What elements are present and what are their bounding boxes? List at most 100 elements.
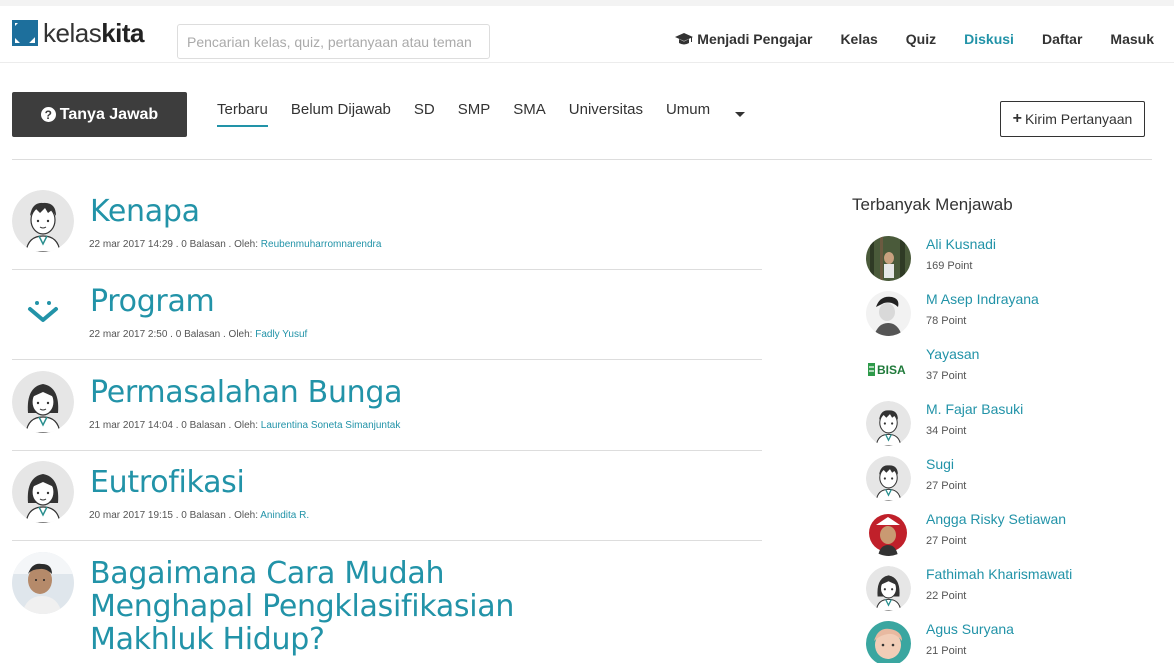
- nav-masuk[interactable]: Masuk: [1110, 31, 1154, 47]
- plus-icon: +: [1012, 110, 1022, 127]
- nav-label: Menjadi Pengajar: [697, 31, 813, 47]
- bisa-logo-avatar[interactable]: BISA: [866, 346, 911, 391]
- nav-kelas[interactable]: Kelas: [840, 31, 877, 47]
- kelaskita-logo[interactable]: kelaskita: [12, 18, 145, 48]
- author-link[interactable]: Reubenmuharromnarendra: [261, 239, 382, 250]
- boy-avatar[interactable]: [866, 401, 911, 446]
- question-item: Permasalahan Bunga 21 mar 2017 14:04 . 0…: [12, 360, 762, 451]
- tab-sma[interactable]: SMA: [513, 101, 546, 127]
- user-name[interactable]: Agus Suryana: [926, 621, 1014, 637]
- tanya-jawab-label: Tanya Jawab: [59, 105, 159, 123]
- category-tabs: Terbaru Belum Dijawab SD SMP SMA Univers…: [217, 101, 746, 127]
- logo-lettering: BISA: [877, 363, 906, 377]
- nav-menjadi-pengajar[interactable]: Menjadi Pengajar: [675, 31, 812, 47]
- title-line: Bagaimana Cara Mudah: [90, 556, 445, 591]
- top-navbar: kelaskita Menjadi Pengajar Kelas Quiz Di…: [0, 0, 1174, 63]
- author-link[interactable]: Anindita R.: [260, 510, 309, 521]
- user-item: Fathimah Kharismawati 22 Point: [866, 566, 1126, 614]
- sidebar-title: Terbanyak Menjawab: [852, 195, 1013, 214]
- user-item: Angga Risky Setiawan 27 Point: [866, 511, 1126, 559]
- user-item: M. Fajar Basuki 34 Point: [866, 401, 1126, 449]
- girl-avatar[interactable]: [12, 461, 74, 523]
- question-item: Eutrofikasi 20 mar 2017 19:15 . 0 Balasa…: [12, 451, 762, 541]
- question-title[interactable]: Bagaimana Cara Mudah Menghapal Pengklasi…: [90, 557, 514, 656]
- divider: [12, 159, 1152, 160]
- tab-terbaru[interactable]: Terbaru: [217, 101, 268, 127]
- nav-label: Diskusi: [964, 31, 1014, 47]
- nav-label: Kelas: [840, 31, 878, 47]
- smile-logo-avatar[interactable]: [12, 280, 74, 342]
- tab-umum[interactable]: Umum: [666, 101, 710, 127]
- nav-label: Quiz: [905, 31, 937, 47]
- search-input[interactable]: [177, 24, 490, 59]
- nav-quiz[interactable]: Quiz: [906, 31, 936, 47]
- tab-universitas[interactable]: Universitas: [569, 101, 643, 127]
- chevron-down-icon[interactable]: [735, 112, 746, 117]
- user-item: Agus Suryana 21 Point: [866, 621, 1126, 663]
- tab-sd[interactable]: SD: [414, 101, 435, 127]
- kirim-pertanyaan-label: Kirim Pertanyaan: [1024, 111, 1133, 127]
- question-item: Program 22 mar 2017 2:50 . 0 Balasan . O…: [12, 270, 762, 360]
- user-points: 169 Point: [926, 260, 973, 272]
- sketch-photo-avatar[interactable]: [866, 291, 911, 336]
- logo-wordmark: kelaskita: [43, 18, 145, 48]
- question-item: Bagaimana Cara Mudah Menghapal Pengklasi…: [12, 541, 762, 663]
- meta-text: 21 mar 2017 14:04 . 0 Balasan . Oleh:: [89, 420, 261, 431]
- user-points: 34 Point: [926, 425, 967, 437]
- user-points: 21 Point: [926, 645, 967, 657]
- meta-text: 22 mar 2017 2:50 . 0 Balasan . Oleh:: [89, 329, 256, 340]
- question-meta: 22 mar 2017 14:29 . 0 Balasan . Oleh: Re…: [89, 239, 381, 250]
- meta-text: 22 mar 2017 14:29 . 0 Balasan . Oleh:: [89, 239, 261, 250]
- red-photo-avatar[interactable]: [866, 511, 911, 556]
- kirim-pertanyaan-button[interactable]: + Kirim Pertanyaan: [1000, 101, 1145, 137]
- user-name[interactable]: Angga Risky Setiawan: [926, 511, 1066, 527]
- user-points: 22 Point: [926, 590, 967, 602]
- user-item: Sugi 27 Point: [866, 456, 1126, 504]
- child-photo-avatar[interactable]: [866, 621, 911, 663]
- title-line: Makhluk Hidup?: [90, 622, 325, 657]
- user-points: 27 Point: [926, 535, 967, 547]
- question-title[interactable]: Program: [90, 285, 215, 318]
- user-item: BISA Yayasan 37 Point: [866, 346, 1126, 394]
- user-points: 37 Point: [926, 370, 967, 382]
- question-circle-icon: ?: [40, 107, 56, 122]
- author-link[interactable]: Laurentina Soneta Simanjuntak: [261, 420, 401, 431]
- boy-avatar[interactable]: [866, 456, 911, 501]
- user-name[interactable]: M. Fajar Basuki: [926, 401, 1023, 417]
- user-points: 78 Point: [926, 315, 967, 327]
- user-name[interactable]: Sugi: [926, 456, 954, 472]
- user-points: 27 Point: [926, 480, 967, 492]
- graduation-cap-icon: [675, 33, 694, 45]
- nav-daftar[interactable]: Daftar: [1042, 31, 1082, 47]
- question-meta: 22 mar 2017 2:50 . 0 Balasan . Oleh: Fad…: [89, 329, 307, 340]
- author-link[interactable]: Fadly Yusuf: [255, 329, 307, 340]
- question-title[interactable]: Eutrofikasi: [90, 466, 245, 499]
- question-meta: 20 mar 2017 19:15 . 0 Balasan . Oleh: An…: [89, 510, 309, 521]
- user-name[interactable]: Fathimah Kharismawati: [926, 566, 1072, 582]
- nav-diskusi[interactable]: Diskusi: [964, 31, 1014, 47]
- girl-avatar[interactable]: [866, 566, 911, 611]
- title-line: Menghapal Pengklasifikasian: [90, 589, 515, 624]
- girl-avatar[interactable]: [12, 371, 74, 433]
- forest-photo-avatar[interactable]: [866, 236, 911, 281]
- tanya-jawab-button[interactable]: ? Tanya Jawab: [12, 92, 187, 137]
- question-list: Kenapa 22 mar 2017 14:29 . 0 Balasan . O…: [12, 180, 762, 663]
- user-name[interactable]: Yayasan: [926, 346, 979, 362]
- tab-belum-dijawab[interactable]: Belum Dijawab: [291, 101, 391, 127]
- top-answerers-sidebar: Terbanyak Menjawab Ali Kusnadi 169 Point…: [852, 195, 1152, 663]
- tab-smp[interactable]: SMP: [458, 101, 491, 127]
- nav-label: Masuk: [1110, 31, 1154, 47]
- user-name[interactable]: Ali Kusnadi: [926, 236, 996, 252]
- question-title[interactable]: Permasalahan Bunga: [90, 376, 403, 409]
- user-item: M Asep Indrayana 78 Point: [866, 291, 1126, 339]
- user-name[interactable]: M Asep Indrayana: [926, 291, 1039, 307]
- main-nav: Menjadi Pengajar Kelas Quiz Diskusi Daft…: [647, 31, 1154, 47]
- meta-text: 20 mar 2017 19:15 . 0 Balasan . Oleh:: [89, 510, 261, 521]
- boy-avatar[interactable]: [12, 190, 74, 252]
- question-title[interactable]: Kenapa: [90, 195, 200, 228]
- question-meta: 21 mar 2017 14:04 . 0 Balasan . Oleh: La…: [89, 420, 400, 431]
- nav-label: Daftar: [1041, 31, 1083, 47]
- user-item: Ali Kusnadi 169 Point: [866, 236, 1126, 284]
- question-item: Kenapa 22 mar 2017 14:29 . 0 Balasan . O…: [12, 180, 762, 270]
- photo-avatar[interactable]: [12, 552, 74, 614]
